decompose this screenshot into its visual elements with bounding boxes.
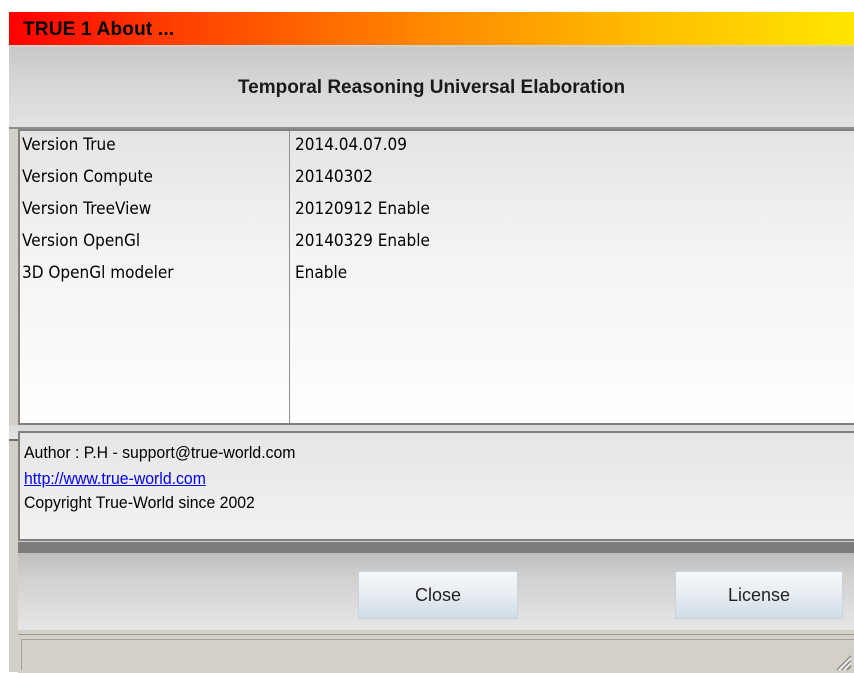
version-value: 20120912 Enable — [295, 199, 430, 219]
version-label: Version OpenGl — [22, 231, 141, 251]
info-panel: Author : P.H - support@true-world.com ht… — [18, 431, 854, 541]
status-bar — [18, 634, 854, 673]
version-value: 2014.04.07.09 — [295, 135, 407, 155]
version-label: Version TreeView — [22, 199, 152, 219]
app-full-name: Temporal Reasoning Universal Elaboration — [237, 77, 626, 98]
status-panel — [21, 639, 854, 670]
about-window: TRUE 1 About ... Temporal Reasoning Univ… — [9, 12, 854, 673]
resize-grip-icon[interactable] — [834, 653, 852, 671]
author-text: Author : P.H - support@true-world.com — [24, 443, 296, 462]
website-link[interactable]: http://www.true-world.com — [24, 469, 206, 489]
close-button[interactable]: Close — [358, 571, 518, 619]
license-button[interactable]: License — [675, 571, 843, 619]
version-label: Version Compute — [22, 167, 153, 187]
divider-bar — [18, 542, 854, 553]
version-value: 20140302 — [295, 167, 373, 187]
version-row: Version Compute 20140302 — [20, 167, 854, 199]
version-value: Enable — [295, 263, 348, 283]
version-row: Version True 2014.04.07.09 — [20, 135, 854, 167]
window-title: TRUE 1 About ... — [23, 19, 175, 40]
app-header: Temporal Reasoning Universal Elaboration — [9, 47, 854, 129]
title-bar[interactable]: TRUE 1 About ... — [9, 12, 854, 45]
version-row: 3D OpenGl modeler Enable — [20, 263, 854, 295]
version-row: Version TreeView 20120912 Enable — [20, 199, 854, 231]
version-list: Version True 2014.04.07.09 Version Compu… — [18, 129, 854, 425]
version-label: 3D OpenGl modeler — [22, 263, 174, 283]
version-value: 20140329 Enable — [295, 231, 430, 251]
version-row: Version OpenGl 20140329 Enable — [20, 231, 854, 263]
copyright-text: Copyright True-World since 2002 — [24, 493, 255, 512]
button-bar: Close License — [18, 553, 854, 630]
version-label: Version True — [22, 135, 116, 155]
